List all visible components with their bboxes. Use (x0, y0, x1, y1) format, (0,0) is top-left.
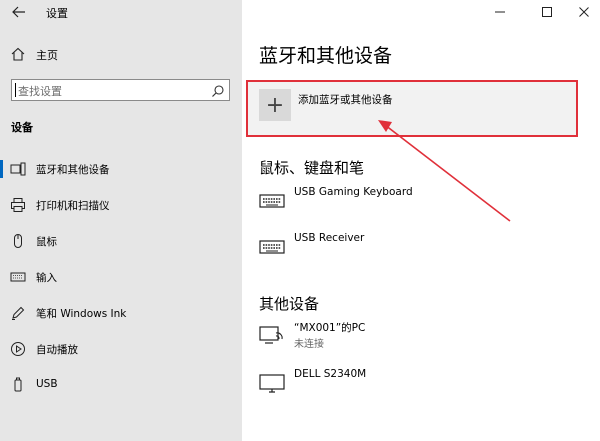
pen-icon (10, 305, 26, 321)
autoplay-icon (10, 341, 26, 357)
sidebar-item-label: 笔和 Windows Ink (36, 308, 127, 320)
maximize-icon[interactable] (539, 4, 555, 20)
keyboard-icon (259, 234, 285, 260)
minimize-icon[interactable] (492, 4, 508, 20)
add-device-button[interactable]: + 添加蓝牙或其他设备 (246, 80, 578, 137)
sidebar-item-typing[interactable]: 输入 (0, 265, 242, 289)
device-name: DELL S2340M (294, 368, 367, 380)
monitor-icon (259, 370, 285, 396)
plus-icon: + (259, 89, 291, 121)
selection-indicator (0, 160, 3, 178)
search-input[interactable]: 查找设置 (11, 79, 230, 101)
sidebar-item-usb[interactable]: USB (0, 373, 242, 397)
window-title: 设置 (46, 7, 68, 20)
group-title-input-devices: 鼠标、键盘和笔 (259, 159, 365, 177)
keyboard-icon (259, 188, 285, 214)
add-device-label: 添加蓝牙或其他设备 (298, 94, 393, 106)
sidebar-item-bluetooth[interactable]: 蓝牙和其他设备 (0, 157, 242, 181)
group-title-other-devices: 其他设备 (259, 295, 320, 313)
device-name: “MX001”的PC (294, 322, 366, 334)
sidebar-item-autoplay[interactable]: 自动播放 (0, 337, 242, 361)
sidebar-item-home[interactable]: 主页 (0, 44, 242, 66)
sidebar-item-label: 蓝牙和其他设备 (36, 164, 110, 176)
pc-wireless-icon (259, 322, 285, 348)
device-item[interactable]: USB Receiver (259, 232, 579, 266)
device-item[interactable]: “MX001”的PC 未连接 (259, 320, 579, 354)
mouse-icon (10, 233, 26, 249)
text-cursor (15, 83, 16, 97)
sidebar-item-label: 自动播放 (36, 344, 78, 356)
sidebar-item-label: USB (36, 378, 58, 390)
search-icon[interactable] (211, 83, 225, 97)
page-title: 蓝牙和其他设备 (259, 45, 393, 67)
sidebar-item-printers[interactable]: 打印机和扫描仪 (0, 193, 242, 217)
device-item[interactable]: USB Gaming Keyboard (259, 186, 579, 220)
device-name: USB Gaming Keyboard (294, 186, 413, 198)
home-icon (10, 46, 26, 62)
sidebar-item-label: 打印机和扫描仪 (36, 200, 110, 212)
main-content: 蓝牙和其他设备 + 添加蓝牙或其他设备 鼠标、键盘和笔 USB Gaming K… (242, 0, 600, 441)
sidebar-item-mouse[interactable]: 鼠标 (0, 229, 242, 253)
keyboard-icon (10, 269, 26, 285)
section-label-devices: 设备 (11, 121, 33, 134)
back-arrow-icon[interactable] (10, 3, 28, 21)
home-label: 主页 (36, 49, 58, 62)
close-icon[interactable] (576, 4, 592, 20)
sidebar-item-label: 输入 (36, 272, 57, 284)
printer-icon (10, 197, 26, 213)
sidebar-item-label: 鼠标 (36, 236, 57, 248)
device-item[interactable]: DELL S2340M (259, 368, 579, 402)
usb-icon (10, 377, 26, 393)
sidebar: 设置 主页 查找设置 设备 蓝牙和其他设备 打印机和扫描仪 鼠标 输入 笔和 W… (0, 0, 242, 441)
device-name: USB Receiver (294, 232, 365, 244)
search-placeholder: 查找设置 (18, 85, 62, 98)
sidebar-item-pen[interactable]: 笔和 Windows Ink (0, 301, 242, 325)
bluetooth-devices-icon (10, 161, 26, 177)
device-status: 未连接 (294, 339, 324, 350)
